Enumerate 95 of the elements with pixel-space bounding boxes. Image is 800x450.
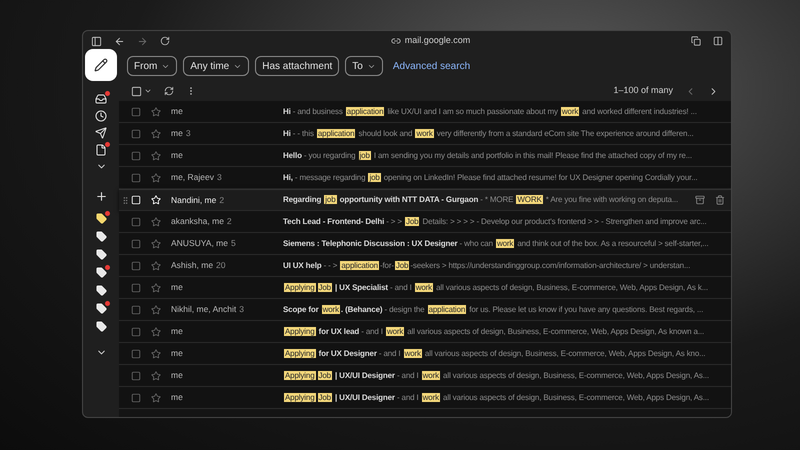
sender-name: me <box>171 105 183 118</box>
label-icon[interactable] <box>96 231 106 242</box>
star-icon[interactable] <box>151 326 161 336</box>
sender-name: Nandini, me <box>171 194 216 206</box>
thread-count: 5 <box>231 237 236 250</box>
sender-name: Ashish, me <box>171 259 214 272</box>
message-preview: Regarding job opportunity with NTT DATA - Gurgaon - * MORE WORK * Are you fine with working on deputa... <box>283 194 680 206</box>
drag-handle-icon[interactable] <box>120 196 130 204</box>
row-checkbox[interactable] <box>131 260 141 270</box>
refresh-icon[interactable] <box>164 86 174 96</box>
forward-icon[interactable] <box>137 36 148 46</box>
label-icon[interactable] <box>96 267 106 278</box>
thread-count: 3 <box>186 127 191 140</box>
advanced-search-link[interactable]: Advanced search <box>392 58 470 74</box>
star-icon[interactable] <box>151 282 161 292</box>
star-icon[interactable] <box>151 392 161 402</box>
row-checkbox[interactable] <box>131 150 141 160</box>
sender-name: Nikhil, me, Anchit <box>171 303 236 316</box>
star-icon[interactable] <box>151 238 161 248</box>
message-preview: Hi - and business application like UX/UI and I am so much passionate about my work and worked different industries! ... <box>283 106 698 118</box>
sender-name: me <box>171 281 183 294</box>
row-checkbox[interactable] <box>131 106 141 116</box>
sender-name: me, Rajeev <box>171 171 214 184</box>
message-preview: Hi, - message regarding job opening on LinkedIn! Please find attached resume! for UX Designer opening Cordially your... <box>283 172 698 184</box>
row-checkbox[interactable] <box>131 238 141 248</box>
star-icon[interactable] <box>151 260 161 270</box>
message-preview: Applying Job | UX/UI Designer - and I work all various aspects of design, Business, E-commerce, Web, Apps Design, As... <box>283 392 710 404</box>
thread-count: 3 <box>239 303 244 316</box>
filter-chip[interactable]: To <box>345 56 383 76</box>
message-preview: Tech Lead - Frontend- Delhi - > > Job Details: > > > > - Develop our product's frontend > > - Strengthen and improve arc... <box>283 216 708 228</box>
filter-chip[interactable]: From <box>127 56 178 76</box>
message-preview: Applying Job | UX/UI Designer - and I work all various aspects of design, Business, E-commerce, Web, Apps Design, As... <box>283 370 710 382</box>
label-icon[interactable] <box>96 213 106 224</box>
message-preview: Applying for UX lead - and I work all various aspects of design, Business, E-commerce, Web, Apps Design, As known a... <box>283 326 706 338</box>
star-icon[interactable] <box>151 348 161 358</box>
label-icon[interactable] <box>96 303 106 314</box>
message-preview: Applying Job | UX Specialist - and I work all various aspects of design, Business, E-commerce, Web, Apps Design, As k... <box>283 282 709 294</box>
filter-chip[interactable]: Any time <box>183 56 250 76</box>
snoozed-icon[interactable] <box>95 110 107 122</box>
thread-count: 20 <box>216 259 226 272</box>
pagination-label: 1–100 of many <box>613 84 673 98</box>
label-icon[interactable] <box>96 321 106 332</box>
sender-name: me <box>171 325 183 338</box>
sender-name: me <box>171 347 183 360</box>
add-label-icon[interactable] <box>94 190 108 203</box>
row-checkbox[interactable] <box>131 392 141 402</box>
archive-icon[interactable] <box>695 195 705 205</box>
message-preview: UI UX help - - > application -for- Job -seekers > https://understandinggroup.com/information-architecture/ > understan... <box>283 260 692 272</box>
sender-name: me <box>171 369 183 382</box>
sent-icon[interactable] <box>95 127 107 139</box>
split-view-icon[interactable] <box>713 36 723 46</box>
row-checkbox[interactable] <box>131 348 141 358</box>
link-icon <box>390 36 401 46</box>
row-checkbox[interactable] <box>131 304 141 314</box>
star-icon[interactable] <box>151 150 161 160</box>
message-preview: Applying for UX Designer - and I work all various aspects of design, Business, E-commerce, Web, Apps Design, As kno... <box>283 348 706 360</box>
delete-icon[interactable] <box>715 195 725 205</box>
sender-name: me <box>171 127 183 140</box>
sender-name: me <box>171 149 183 162</box>
pencil-icon <box>94 58 108 72</box>
email-row[interactable]: Nandini, me 2 Regarding job opportunity with NTT DATA - Gurgaon - * MORE WORK * Are you fine with working on deputa... <box>119 189 731 211</box>
label-icon[interactable] <box>96 249 106 260</box>
drafts-icon[interactable] <box>95 144 107 156</box>
star-icon[interactable] <box>151 304 161 314</box>
thread-count: 3 <box>217 171 222 184</box>
sidebar-toggle-icon[interactable] <box>91 36 102 46</box>
thread-count: 2 <box>219 194 224 206</box>
sender-name: ANUSUYA, me <box>171 237 228 250</box>
row-checkbox[interactable] <box>131 282 141 292</box>
row-checkbox[interactable] <box>131 326 141 336</box>
star-icon[interactable] <box>151 370 161 380</box>
message-preview: Scope for work . (Behance) - design the application for us. Please let us know if you have any questions. Best regards, ... <box>283 304 704 316</box>
message-preview: Siemens : Telephonic Discussion : UX Designer - who can work and think out of the box. As a resourceful > self-starter,... <box>283 238 710 250</box>
star-icon[interactable] <box>151 216 161 226</box>
star-icon[interactable] <box>151 128 161 138</box>
row-checkbox[interactable] <box>131 370 141 380</box>
thread-count: 2 <box>226 215 232 228</box>
address-bar[interactable]: mail.google.com <box>404 34 470 48</box>
reload-icon[interactable] <box>160 36 170 46</box>
back-icon[interactable] <box>114 36 125 46</box>
row-checkbox[interactable] <box>131 128 141 138</box>
inbox-icon[interactable] <box>95 93 107 105</box>
compose-button[interactable] <box>85 49 117 81</box>
message-preview: Hello - you regarding job I am sending you my details and portfolio in this mail! Please find the attached copy of my re... <box>283 150 693 162</box>
row-checkbox[interactable] <box>131 216 141 226</box>
star-icon[interactable] <box>151 106 161 116</box>
filter-chip[interactable]: Has attachment <box>255 56 340 76</box>
sender-name: akanksha, me <box>171 215 224 228</box>
row-checkbox[interactable] <box>131 172 141 182</box>
select-all-checkbox[interactable] <box>131 86 142 96</box>
message-preview: Hi - - this application should look and work very differently from a standard eCom site The experience around differen... <box>283 128 695 140</box>
sender-name: me <box>171 391 183 404</box>
star-icon[interactable] <box>151 172 161 182</box>
label-icon[interactable] <box>96 285 106 296</box>
caret-icon[interactable] <box>144 87 152 95</box>
